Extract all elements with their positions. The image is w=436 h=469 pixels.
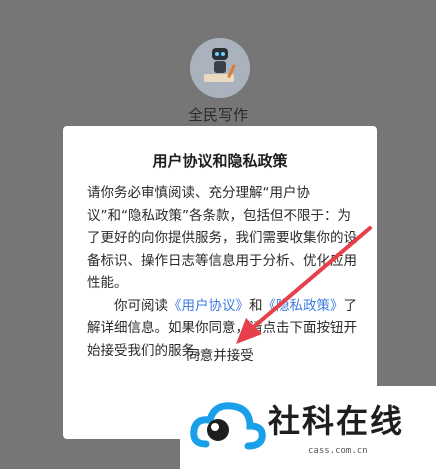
app-name: 全民写作: [187, 106, 248, 124]
policy-paragraph: 请你务必审慎阅读、充分理解“用户协议”和“隐私政策”各条款，包括但不限于：为了更…: [87, 185, 357, 291]
p2-and: 和: [249, 297, 263, 314]
app-avatar: [190, 38, 250, 98]
watermark-url: cass.com.cn: [308, 446, 368, 456]
watermark-text: 社科在线: [268, 402, 405, 440]
dialog-title: 用户协议和隐私政策: [152, 152, 288, 170]
accept-button[interactable]: 同意并接受: [63, 344, 377, 364]
watermark: 社科在线 cass.com.cn: [180, 386, 436, 469]
cloud-eye-logo-icon: [190, 402, 266, 450]
privacy-policy-link[interactable]: 《隐私政策》: [263, 298, 344, 314]
user-agreement-link[interactable]: 《用户协议》: [168, 298, 249, 314]
p2-prefix: 你可阅读: [114, 297, 168, 314]
dialog-body: 请你务必审慎阅读、充分理解“用户协议”和“隐私政策”各条款，包括但不限于：为了更…: [87, 182, 359, 362]
robot-writer-icon: [204, 48, 236, 82]
